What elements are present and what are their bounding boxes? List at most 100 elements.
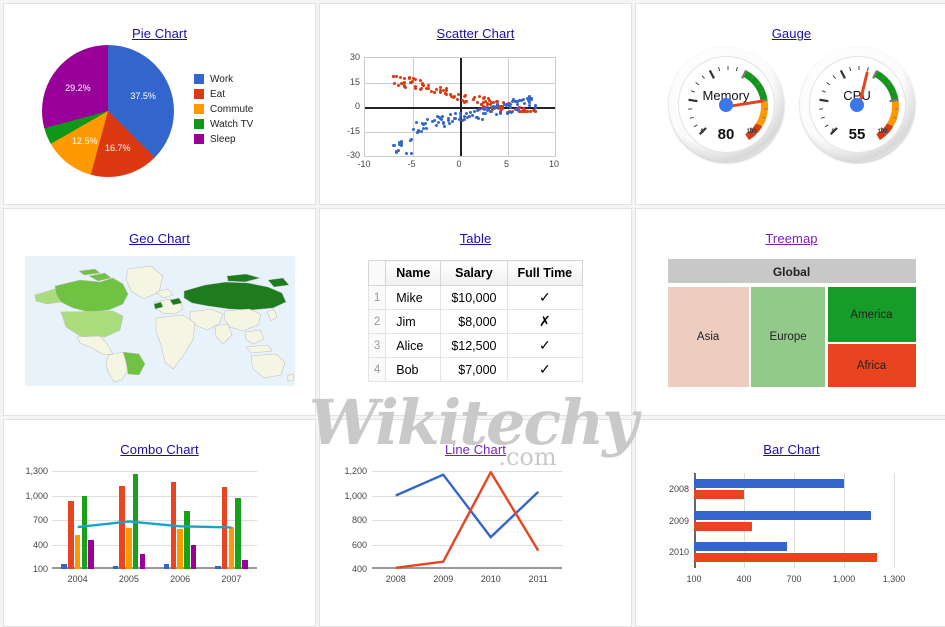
scatter-point <box>510 111 513 114</box>
gauge-hub <box>719 98 733 112</box>
scatter-point <box>448 122 451 125</box>
pie-legend-item[interactable]: Eat <box>194 89 253 100</box>
bar-chart-bar[interactable] <box>694 553 877 562</box>
scatter-plot-area <box>364 57 556 157</box>
scatter-point <box>419 88 422 91</box>
table-col-name[interactable]: Name <box>386 261 441 286</box>
bar-gridline <box>894 473 895 568</box>
card-geo-chart: Geo Chart <box>3 208 316 416</box>
bar-plot-area <box>694 473 894 568</box>
scatter-point <box>395 75 398 78</box>
cell-full-time: ✗ <box>507 310 583 334</box>
scatter-point <box>437 121 440 124</box>
dashboard-grid: Pie Chart 37.5%16.7%12.5%29.2% WorkEatCo… <box>0 0 945 618</box>
table-col-index[interactable] <box>368 261 385 286</box>
scatter-point <box>463 95 466 98</box>
combo-x-tick: 2004 <box>68 574 88 584</box>
card-pie-chart: Pie Chart 37.5%16.7%12.5%29.2% WorkEatCo… <box>3 3 316 205</box>
pie-slice-label: 37.5% <box>130 91 156 101</box>
scatter-point <box>414 87 417 90</box>
scatter-point <box>478 95 481 98</box>
line-chart-title[interactable]: Line Chart <box>320 442 631 457</box>
bar-y-tick: 2008 <box>660 484 689 494</box>
pie-disc[interactable]: 37.5%16.7%12.5%29.2% <box>42 45 174 177</box>
treemap-cell-africa[interactable]: Africa <box>827 343 917 388</box>
line-y-tick: 600 <box>332 540 367 550</box>
pie-chart-title[interactable]: Pie Chart <box>4 26 315 41</box>
pie-legend-label: Watch TV <box>210 119 253 130</box>
scatter-chart-plot[interactable]: -10-5051030150-15-30 <box>320 41 631 181</box>
table-title[interactable]: Table <box>320 231 631 246</box>
treemap-root-cell[interactable]: Global <box>667 258 917 284</box>
line-y-tick: 800 <box>332 515 367 525</box>
gauge-plot: Memory010080 CPU010055 <box>636 47 945 162</box>
scatter-point <box>443 125 446 128</box>
bar-x-tick: 400 <box>736 574 751 584</box>
treemap-cell-europe[interactable]: Europe <box>750 286 827 388</box>
legend-swatch-commute <box>194 104 204 114</box>
bar-chart-bar[interactable] <box>694 522 752 531</box>
scatter-y-tick: 15 <box>336 77 360 87</box>
pie-legend-item[interactable]: Watch TV <box>194 119 253 130</box>
row-index: 3 <box>368 334 385 358</box>
geo-chart-plot[interactable] <box>25 256 295 386</box>
scatter-point <box>463 118 466 121</box>
gauge-memory[interactable]: Memory010080 <box>669 47 784 162</box>
card-scatter-chart: Scatter Chart -10-5051030150-15-30 <box>319 3 632 205</box>
pie-legend-item[interactable]: Sleep <box>194 134 253 145</box>
table-row[interactable]: 1Mike$10,000✓ <box>368 286 582 310</box>
pie-slice-label: 16.7% <box>105 143 131 153</box>
bar-chart-plot[interactable]: 2008200920101004007001,0001,300 <box>636 457 945 607</box>
scatter-y-axis <box>460 58 462 156</box>
scatter-point <box>433 119 436 122</box>
scatter-point <box>465 112 468 115</box>
scatter-point <box>442 89 445 92</box>
cell-name: Mike <box>386 286 441 310</box>
pie-legend-label: Eat <box>210 89 225 100</box>
combo-average-line <box>52 471 257 569</box>
scatter-point <box>534 110 537 113</box>
scatter-point <box>471 114 474 117</box>
cell-name: Alice <box>386 334 441 358</box>
bar-chart-bar[interactable] <box>694 490 744 499</box>
gauge-value: 80 <box>679 126 774 143</box>
bar-y-tick: 2009 <box>660 516 689 526</box>
scatter-point <box>459 112 462 115</box>
world-map-svg <box>25 256 295 386</box>
treemap-cell-america[interactable]: America <box>827 286 917 343</box>
pie-slice-label: 12.5% <box>72 136 98 146</box>
card-combo-chart: Combo Chart 20042005200620071,3001,00070… <box>3 419 316 627</box>
table-col-salary[interactable]: Salary <box>441 261 507 286</box>
legend-swatch-work <box>194 74 204 84</box>
treemap-cell-asia[interactable]: Asia <box>667 286 750 388</box>
gauge-face: CPU010055 <box>809 56 906 153</box>
table-row[interactable]: 3Alice$12,500✓ <box>368 334 582 358</box>
treemap-title[interactable]: Treemap <box>636 231 945 246</box>
data-table[interactable]: NameSalaryFull Time 1Mike$10,000✓2Jim$8,… <box>368 260 583 382</box>
line-chart-plot[interactable]: 20082009201020111,2001,000800600400 <box>320 457 631 607</box>
table-row[interactable]: 2Jim$8,000✗ <box>368 310 582 334</box>
row-index: 1 <box>368 286 385 310</box>
bar-chart-bar[interactable] <box>694 542 787 551</box>
combo-chart-plot[interactable]: 20042005200620071,3001,000700400100 <box>4 457 315 607</box>
gauge-hub <box>850 98 864 112</box>
geo-chart-title[interactable]: Geo Chart <box>4 231 315 246</box>
gauge-title[interactable]: Gauge <box>636 26 945 41</box>
bar-chart-bar[interactable] <box>694 511 871 520</box>
table-row[interactable]: 4Bob$7,000✓ <box>368 358 582 382</box>
pie-legend-item[interactable]: Commute <box>194 104 253 115</box>
gauge-cpu[interactable]: CPU010055 <box>800 47 915 162</box>
bar-chart-bar[interactable] <box>694 479 844 488</box>
card-bar-chart: Bar Chart 2008200920101004007001,0001,30… <box>635 419 945 627</box>
bar-chart-title[interactable]: Bar Chart <box>636 442 945 457</box>
table-col-full-time[interactable]: Full Time <box>507 261 583 286</box>
cell-salary: $8,000 <box>441 310 507 334</box>
scatter-point <box>420 130 423 133</box>
scatter-chart-title[interactable]: Scatter Chart <box>320 26 631 41</box>
pie-legend-item[interactable]: Work <box>194 74 253 85</box>
line-y-tick: 1,200 <box>332 466 367 476</box>
scatter-point <box>427 87 430 90</box>
cell-full-time: ✓ <box>507 334 583 358</box>
combo-x-tick: 2005 <box>119 574 139 584</box>
combo-chart-title[interactable]: Combo Chart <box>4 442 315 457</box>
